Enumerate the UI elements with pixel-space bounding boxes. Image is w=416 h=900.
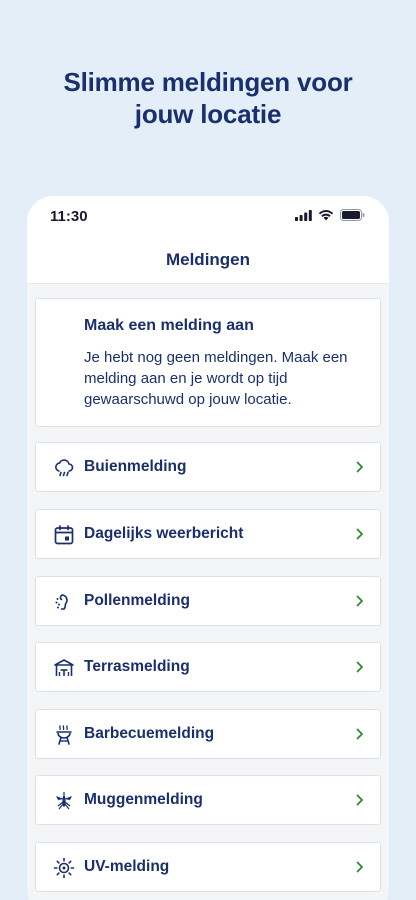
headline: Slimme meldingen voor jouw locatie [0, 66, 416, 130]
sun-icon [53, 857, 75, 879]
phone-screen: 11:30 Meldingen Maak een melding aan Je … [27, 196, 389, 900]
notification-label: Barbecuemelding [84, 725, 215, 742]
notification-item-barbecuemelding[interactable]: Barbecuemelding [35, 709, 381, 759]
headline-line-2: jouw locatie [134, 99, 282, 129]
empty-state-title: Maak een melding aan [84, 317, 254, 334]
empty-state-card: Maak een melding aan Je hebt nog geen me… [35, 298, 381, 427]
status-time: 11:30 [50, 208, 88, 225]
notification-item-uv-melding[interactable]: UV-melding [35, 842, 381, 892]
notification-label: Pollenmelding [84, 592, 190, 609]
mosquito-icon [56, 792, 72, 810]
notification-label: Dagelijks weerbericht [84, 525, 244, 542]
empty-state-text: Je hebt nog geen meldingen. Maak een mel… [84, 349, 348, 408]
barbecue-icon [56, 725, 72, 745]
rain-cloud-icon [55, 459, 74, 477]
status-bar: 11:30 [27, 196, 389, 238]
chevron-right-icon [356, 861, 363, 873]
chevron-right-icon [356, 661, 363, 673]
headline-line-1: Slimme meldingen voor [63, 67, 353, 97]
chevron-right-icon [356, 461, 363, 473]
chevron-right-icon [356, 728, 363, 740]
pollen-icon [55, 594, 68, 610]
page-title: Meldingen [165, 250, 251, 269]
notification-item-muggenmelding[interactable]: Muggenmelding [35, 775, 381, 825]
notification-item-dagelijks-weerbericht[interactable]: Dagelijks weerbericht [35, 509, 381, 559]
signal-icon [295, 209, 312, 221]
status-icons [295, 209, 365, 221]
notification-label: Muggenmelding [84, 791, 203, 808]
notification-item-buienmelding[interactable]: Buienmelding [35, 442, 381, 492]
wifi-icon [318, 210, 334, 221]
calendar-icon [54, 525, 74, 545]
battery-icon [340, 209, 365, 221]
notification-label: Buienmelding [84, 458, 187, 475]
terrace-icon [54, 659, 74, 676]
notification-label: UV-melding [84, 858, 170, 875]
chevron-right-icon [356, 528, 363, 540]
notification-item-pollenmelding[interactable]: Pollenmelding [35, 576, 381, 626]
notification-label: Terrasmelding [84, 658, 190, 675]
navbar: Meldingen [27, 238, 389, 284]
chevron-right-icon [356, 794, 363, 806]
chevron-right-icon [356, 595, 363, 607]
notification-item-terrasmelding[interactable]: Terrasmelding [35, 642, 381, 692]
